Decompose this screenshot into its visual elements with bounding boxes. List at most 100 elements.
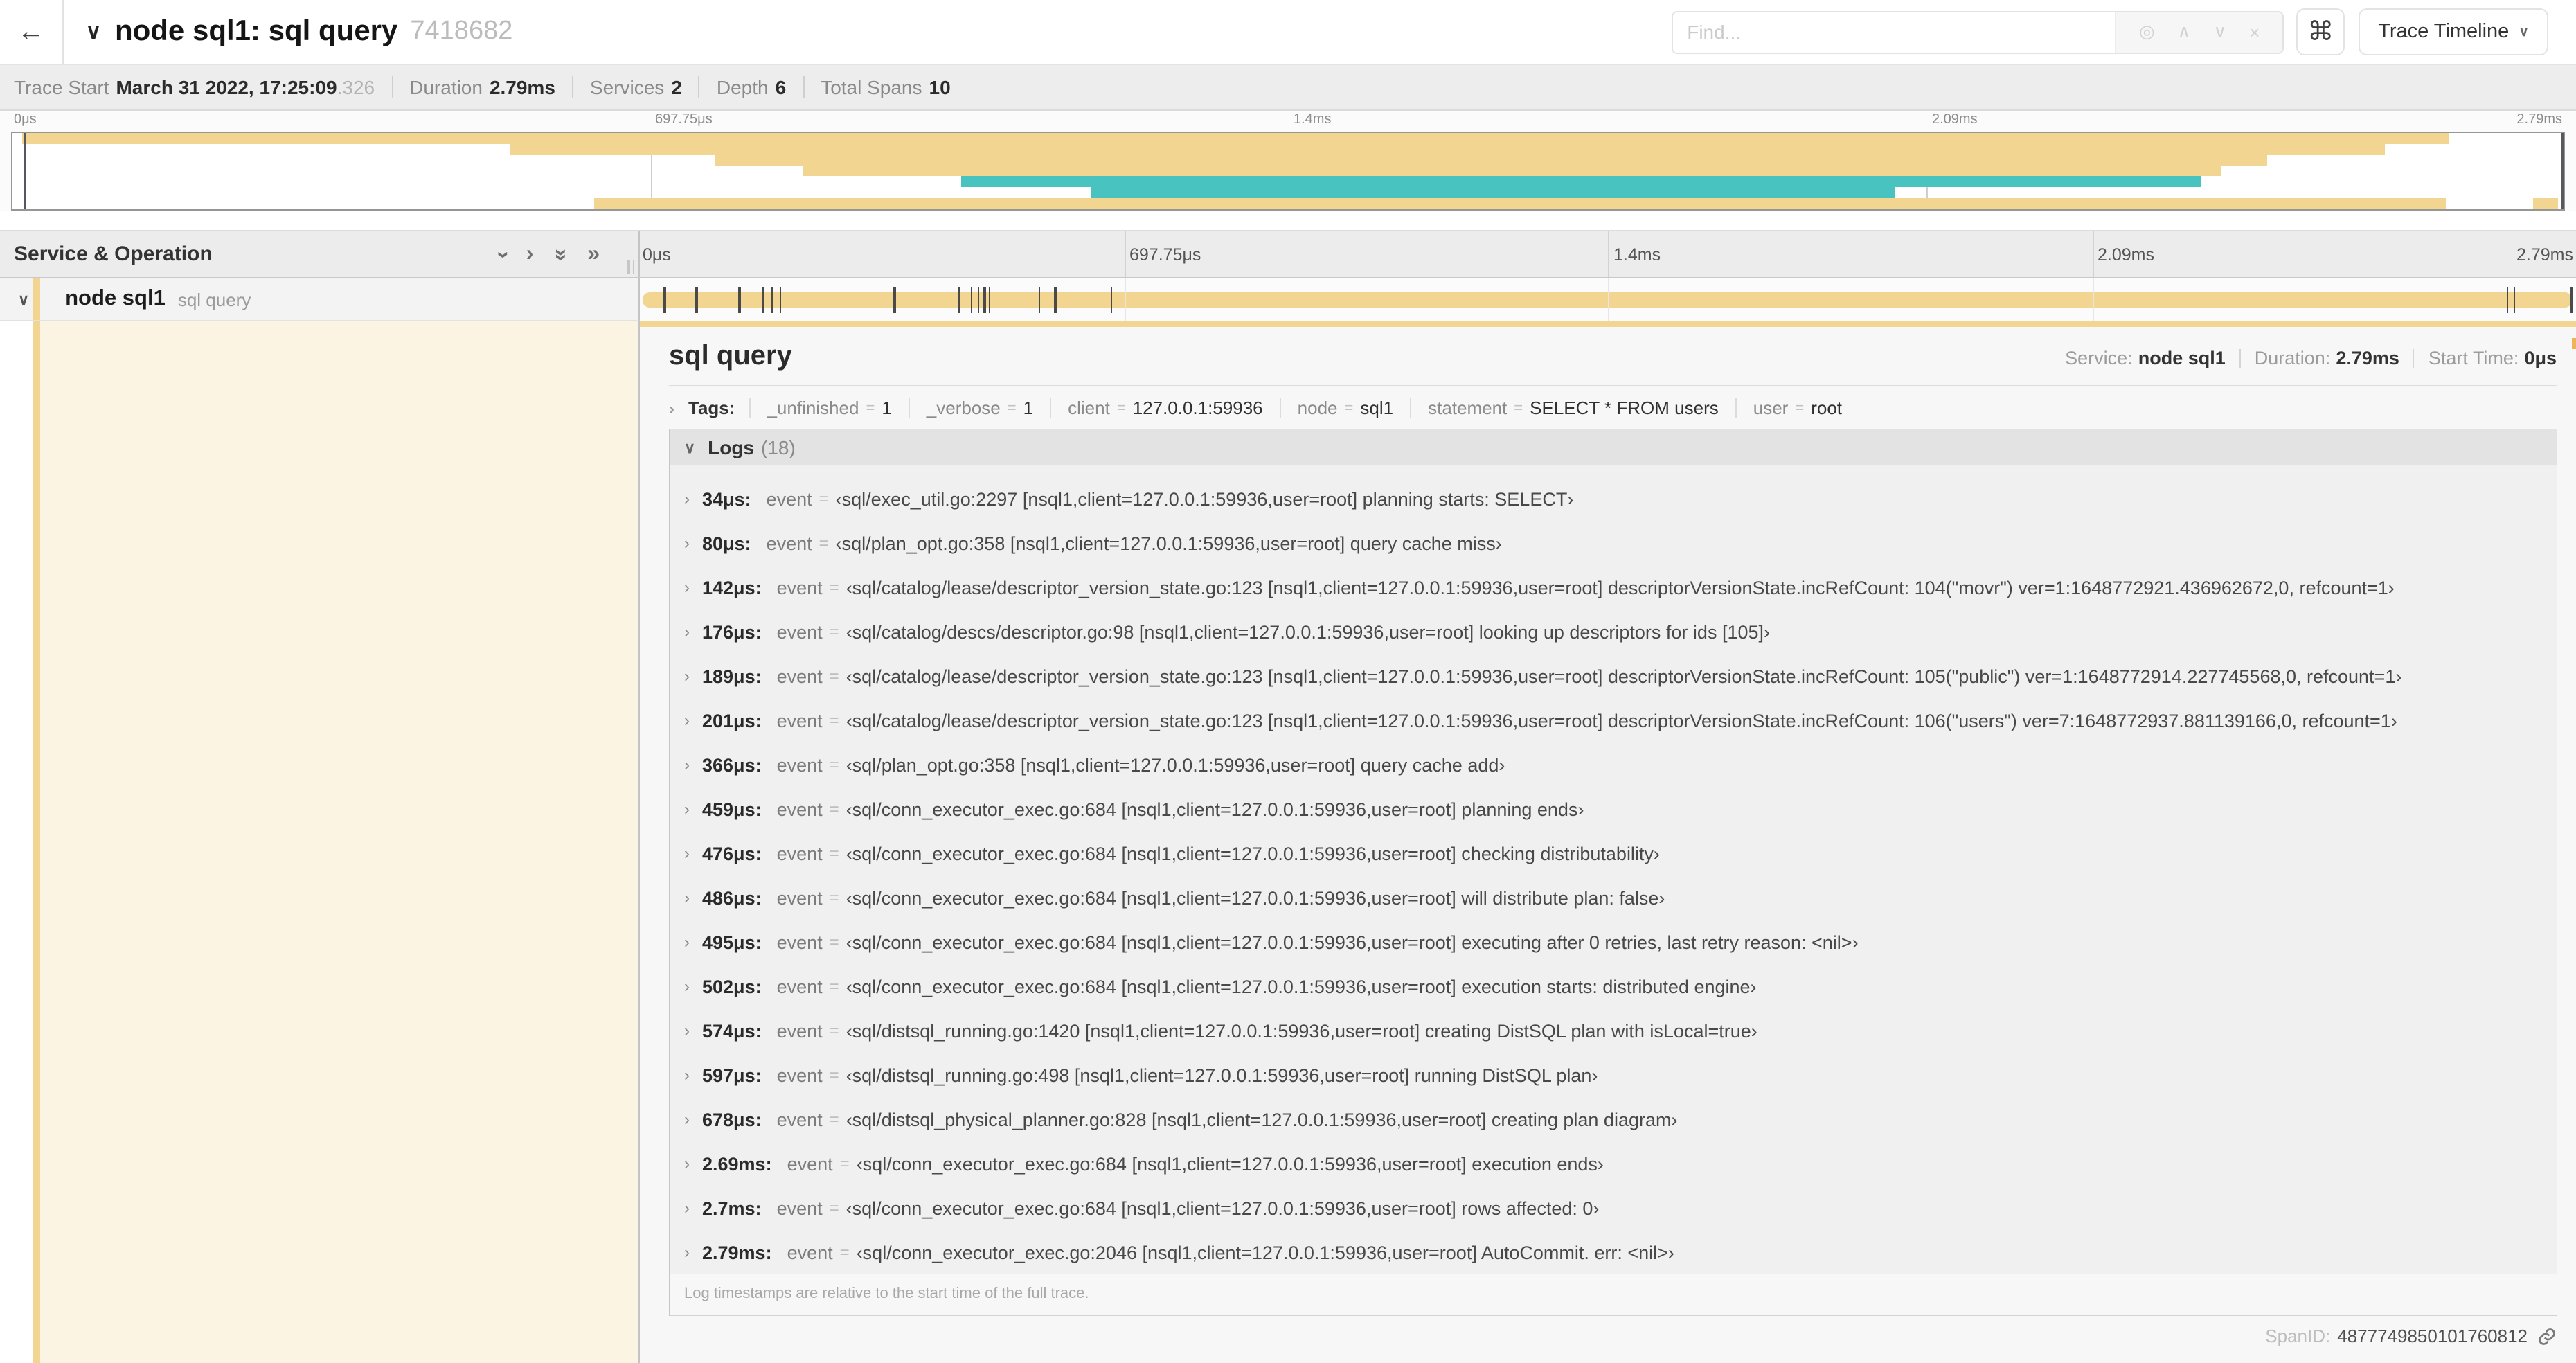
tag-item: statement = SELECT * FROM users	[1410, 398, 1735, 418]
tag-key: client	[1068, 398, 1110, 418]
chevron-right-icon[interactable]: ›	[684, 1065, 702, 1085]
start-time-label: Start Time:	[2428, 348, 2519, 368]
tag-value: 1	[882, 398, 892, 418]
log-entry[interactable]: › 176μs: event = ‹sql/catalog/descs/descript…	[670, 609, 2557, 654]
log-entry[interactable]: › 34μs: event = ‹sql/exec_util.go:2297 [nsql…	[670, 476, 2557, 521]
span-detail-title: sql query	[669, 341, 792, 371]
minimap-left-scrubber[interactable]	[24, 133, 27, 209]
chevron-right-icon[interactable]: ›	[684, 622, 702, 641]
chevron-right-icon[interactable]: ›	[684, 666, 702, 686]
expand-one-icon[interactable]: ›	[526, 242, 534, 265]
chevron-right-icon[interactable]: ›	[684, 578, 702, 597]
chevron-right-icon[interactable]: ›	[684, 1021, 702, 1040]
span-bar-cell[interactable]	[640, 278, 2576, 321]
column-resizer-handle[interactable]	[627, 260, 634, 274]
log-entry[interactable]: › 574μs: event = ‹sql/distsql_running.go:142…	[670, 1008, 2557, 1053]
minimap-span-bar	[22, 133, 2449, 144]
chevron-down-icon[interactable]: ∨	[18, 290, 29, 308]
span-duration-bar[interactable]	[643, 292, 2572, 308]
minimap-right-scrubber[interactable]	[2561, 133, 2564, 209]
log-entry[interactable]: › 2.69ms: event = ‹sql/conn_executor_exec.go…	[670, 1141, 2557, 1186]
chevron-right-icon[interactable]: ›	[684, 755, 702, 774]
log-entry[interactable]: › 201μs: event = ‹sql/catalog/lease/descript…	[670, 698, 2557, 742]
chevron-down-icon: ∨	[684, 440, 696, 456]
log-entry[interactable]: › 2.79ms: event = ‹sql/conn_executor_exec.go…	[670, 1230, 2557, 1274]
span-name-cell[interactable]: ∨ node sql1 sql query	[0, 278, 640, 321]
log-event-tick	[771, 287, 773, 313]
chevron-right-icon[interactable]: ›	[684, 888, 702, 907]
log-event-tick	[762, 287, 764, 313]
link-icon[interactable]	[2537, 1326, 2557, 1346]
tree-toolbar: › › » »	[490, 242, 600, 265]
log-field-value: ‹sql/exec_util.go:2297 [nsql1,client=127…	[835, 488, 1574, 509]
log-field-key: event	[766, 533, 812, 553]
log-field-key: event	[776, 799, 823, 819]
chevron-right-icon[interactable]: ›	[684, 844, 702, 863]
chevron-right-icon[interactable]: ›	[684, 1154, 702, 1173]
log-entry[interactable]: › 495μs: event = ‹sql/conn_executor_exec.go:…	[670, 920, 2557, 964]
chevron-right-icon[interactable]: ›	[684, 1242, 702, 1262]
log-entry[interactable]: › 2.7ms: event = ‹sql/conn_executor_exec.go:…	[670, 1186, 2557, 1230]
equals-sign: =	[819, 489, 829, 508]
keyboard-shortcuts-button[interactable]: ⌘	[2296, 8, 2345, 55]
find-input[interactable]	[1673, 12, 2116, 52]
command-icon: ⌘	[2307, 17, 2334, 46]
top-bar: ← ∨ node sql1: sql query 7418682 ◎ ∧ ∨ ×…	[0, 0, 2576, 65]
minimap-span-bar	[510, 143, 2386, 155]
tag-item: node = sql1	[1279, 398, 1410, 418]
log-entry[interactable]: › 80μs: event = ‹sql/plan_opt.go:358 [nsql1,…	[670, 521, 2557, 565]
chevron-right-icon[interactable]: ›	[684, 1198, 702, 1218]
collapse-all-icon[interactable]: »	[549, 248, 573, 260]
summary-value-suffix: .326	[337, 76, 375, 98]
view-selector-button[interactable]: Trace Timeline ∨	[2359, 8, 2548, 55]
chevron-right-icon[interactable]: ›	[669, 398, 688, 418]
chevron-up-icon[interactable]: ∧	[2178, 21, 2191, 43]
summary-value: 10	[929, 76, 951, 98]
chevron-right-icon[interactable]: ›	[684, 799, 702, 819]
log-entry[interactable]: › 142μs: event = ‹sql/catalog/lease/descript…	[670, 565, 2557, 609]
chevron-right-icon[interactable]: ›	[684, 711, 702, 730]
log-field-value: ‹sql/distsql_physical_planner.go:828 [ns…	[846, 1109, 1678, 1130]
chevron-right-icon[interactable]: ›	[684, 489, 702, 508]
chevron-right-icon[interactable]: ›	[684, 932, 702, 952]
collapse-trace-icon[interactable]: ∨	[86, 19, 101, 44]
back-button[interactable]: ←	[0, 0, 64, 64]
log-entry[interactable]: › 366μs: event = ‹sql/plan_opt.go:358 [nsql1…	[670, 742, 2557, 787]
log-field-key: event	[776, 1109, 823, 1130]
log-field-key: event	[776, 754, 823, 775]
log-entry[interactable]: › 459μs: event = ‹sql/conn_executor_exec.go:…	[670, 787, 2557, 831]
summary-item: Depth 6	[717, 76, 786, 98]
ruler-tick-label: 2.09ms	[2098, 244, 2154, 264]
minimap-canvas[interactable]	[11, 132, 2565, 211]
log-timestamp: 2.79ms:	[702, 1242, 772, 1263]
clear-icon[interactable]: ×	[2249, 21, 2260, 42]
summary-item: Trace Start March 31 2022, 17:25:09.326	[14, 76, 375, 98]
equals-sign: =	[829, 755, 839, 774]
equals-sign: =	[829, 799, 839, 819]
logs-list: › 34μs: event = ‹sql/exec_util.go:2297 [nsql…	[670, 465, 2557, 1274]
log-event-tick	[1110, 287, 1113, 313]
chevron-right-icon[interactable]: ›	[684, 977, 702, 996]
log-entry[interactable]: › 476μs: event = ‹sql/conn_executor_exec.go:…	[670, 831, 2557, 875]
logs-accordion: ∨ Logs (18) › 34μs: event = ‹sql/exec_util.g…	[669, 429, 2557, 1316]
service-operation-header: Service & Operation › › » »	[0, 231, 640, 277]
chevron-right-icon[interactable]: ›	[684, 533, 702, 553]
tag-value: SELECT * FROM users	[1530, 398, 1719, 418]
chevron-right-icon[interactable]: ›	[684, 1110, 702, 1129]
trace-id: 7418682	[410, 17, 513, 46]
log-entry[interactable]: › 678μs: event = ‹sql/distsql_physical_plann…	[670, 1097, 2557, 1141]
chevron-down-icon[interactable]: ∨	[2213, 21, 2226, 43]
log-entry[interactable]: › 502μs: event = ‹sql/conn_executor_exec.go:…	[670, 964, 2557, 1008]
tags-row[interactable]: › Tags: _unfinished = 1 _verbose = 1 client = 12…	[669, 398, 2557, 418]
log-entry[interactable]: › 597μs: event = ‹sql/distsql_running.go:498…	[670, 1053, 2557, 1097]
log-entry[interactable]: › 486μs: event = ‹sql/conn_executor_exec.go:…	[670, 875, 2557, 920]
expand-all-icon[interactable]: »	[587, 242, 600, 265]
tag-key: _verbose	[926, 398, 1001, 418]
summary-item: Duration 2.79ms	[409, 76, 555, 98]
log-entry[interactable]: › 189μs: event = ‹sql/catalog/lease/descript…	[670, 654, 2557, 698]
log-field-value: ‹sql/conn_executor_exec.go:684 [nsql1,cl…	[846, 976, 1757, 997]
logs-header[interactable]: ∨ Logs (18)	[670, 429, 2557, 465]
locate-icon[interactable]: ◎	[2139, 21, 2155, 43]
log-field-value: ‹sql/plan_opt.go:358 [nsql1,client=127.0…	[846, 754, 1505, 775]
collapse-one-icon[interactable]: ›	[490, 251, 514, 258]
